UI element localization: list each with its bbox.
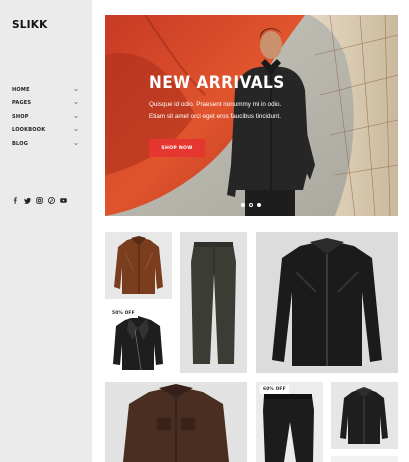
main-nav: HOME PAGES SHOP LOOKBOOK BLOG	[12, 83, 78, 151]
product-black-biker-jacket[interactable]: 50% OFF	[105, 306, 172, 373]
product-brown-jacket[interactable]	[105, 232, 172, 299]
nav-item-label: SHOP	[12, 113, 29, 120]
instagram-icon[interactable]	[36, 197, 43, 204]
pinterest-icon[interactable]	[48, 197, 55, 204]
nav-item-label: LOOKBOOK	[12, 127, 46, 134]
hero-subtitle-line: Quisque id odio. Praesent nonummy mi in …	[149, 101, 282, 108]
nav-item-shop[interactable]: SHOP	[12, 110, 78, 124]
product-tile-partial[interactable]	[331, 456, 398, 462]
nav-item-blog[interactable]: BLOG	[12, 137, 78, 151]
chevron-down-icon	[74, 142, 78, 146]
slider-dots	[241, 203, 261, 207]
product-image	[191, 242, 236, 364]
chevron-down-icon	[74, 88, 78, 92]
product-black-leather-jacket[interactable]	[256, 232, 398, 373]
youtube-icon[interactable]	[60, 197, 67, 204]
nav-item-label: PAGES	[12, 100, 32, 107]
hero-title: NEW ARRIVALS	[149, 73, 285, 93]
product-image	[272, 238, 382, 366]
hero-slider[interactable]: NEW ARRIVALS Quisque id odio. Praesent n…	[105, 15, 398, 216]
product-olive-trousers[interactable]	[180, 232, 247, 373]
discount-badge: 60% OFF	[260, 385, 289, 394]
hero-subtitle-line: Etiam sit amet orci eget eros faucibus t…	[149, 113, 281, 120]
product-image	[114, 236, 163, 294]
product-image	[263, 394, 314, 462]
site-logo[interactable]: SLIKK	[12, 19, 47, 31]
slider-dot-active[interactable]	[249, 203, 253, 207]
shop-now-button[interactable]: SHOP NOW	[149, 139, 205, 157]
product-brown-leather-jacket[interactable]	[105, 382, 247, 462]
nav-item-home[interactable]: HOME	[12, 83, 78, 97]
sidebar: SLIKK HOME PAGES SHOP LOOKBOOK BLOG	[0, 0, 92, 462]
twitter-icon[interactable]	[24, 197, 31, 204]
slider-dot[interactable]	[241, 203, 245, 207]
product-black-trousers[interactable]: 60% OFF	[256, 382, 323, 462]
facebook-icon[interactable]	[12, 197, 19, 204]
chevron-down-icon	[74, 115, 78, 119]
product-image	[123, 384, 229, 462]
slider-dot[interactable]	[257, 203, 261, 207]
nav-item-lookbook[interactable]: LOOKBOOK	[12, 124, 78, 138]
chevron-down-icon	[74, 101, 78, 105]
nav-item-label: BLOG	[12, 140, 29, 147]
nav-item-pages[interactable]: PAGES	[12, 97, 78, 111]
nav-item-label: HOME	[12, 86, 30, 93]
hero-subtitle: Quisque id odio. Praesent nonummy mi in …	[149, 99, 319, 123]
product-image	[340, 387, 388, 444]
product-black-jacket-small[interactable]	[331, 382, 398, 449]
discount-badge: 50% OFF	[109, 309, 138, 318]
social-links	[12, 197, 67, 204]
chevron-down-icon	[74, 128, 78, 132]
